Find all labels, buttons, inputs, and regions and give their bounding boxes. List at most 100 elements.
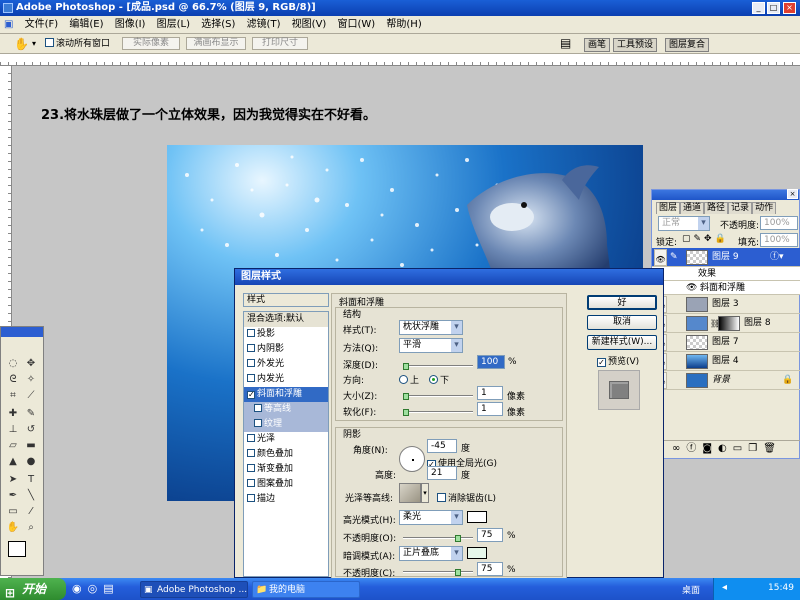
line-tool-icon[interactable]: ╲ [23, 489, 39, 503]
marquee-tool-icon[interactable]: ◌ [5, 357, 21, 371]
menu-filter[interactable]: 滤镜(T) [243, 16, 285, 33]
checkbox-icon[interactable] [247, 464, 255, 472]
shadow-mode-select[interactable]: 正片叠底 [399, 546, 463, 561]
hand-tool-icon[interactable]: ✋ [5, 521, 21, 535]
taskbar-photoshop[interactable]: ▣ Adobe Photoshop ... [140, 581, 248, 598]
layer-row-background[interactable]: 👁 背景 🔒 [652, 371, 800, 390]
tab-layers[interactable]: 图层 [656, 202, 681, 214]
slider-knob[interactable] [455, 569, 461, 576]
dodge-tool-icon[interactable]: ● [23, 455, 39, 469]
layer-row-4[interactable]: 👁 图层 4 [652, 352, 800, 371]
magic-wand-tool-icon[interactable]: ✧ [23, 373, 39, 387]
maximize-icon[interactable]: □ [767, 2, 780, 14]
shadow-opacity-slider[interactable] [403, 569, 473, 576]
eye-icon[interactable]: 👁 [654, 249, 667, 266]
menu-select[interactable]: 选择(S) [197, 16, 239, 33]
panel-close-icon[interactable]: × [787, 189, 798, 199]
slider-knob[interactable] [403, 409, 409, 416]
depth-slider[interactable] [403, 363, 473, 370]
bevel-style-select[interactable]: 枕状浮雕 [399, 320, 463, 335]
slider-knob[interactable] [403, 393, 409, 400]
checkbox-checked-icon[interactable]: ✓ [597, 358, 606, 367]
opacity-input[interactable]: 100% [760, 216, 798, 230]
healing-brush-tool-icon[interactable]: ✚ [5, 407, 21, 421]
fit-screen-button[interactable]: 满画布显示 [186, 37, 246, 50]
chevron-down-icon[interactable]: ▾ [421, 483, 429, 503]
checkbox-icon[interactable] [247, 344, 255, 352]
slider-knob[interactable] [403, 363, 409, 370]
effects-icon[interactable]: ⓕ▾ [770, 248, 784, 267]
checkbox-icon[interactable] [437, 493, 446, 502]
trash-icon[interactable]: 🗑 [763, 443, 782, 454]
altitude-input[interactable]: 21 [427, 466, 457, 480]
style-drop-shadow[interactable]: 投影 [244, 327, 328, 342]
lasso-tool-icon[interactable]: ᘓ [5, 373, 21, 387]
new-group-icon[interactable]: ▭ [733, 443, 748, 454]
checkbox-icon[interactable] [254, 404, 262, 412]
pen-tool-icon[interactable]: ✒ [5, 489, 21, 503]
add-mask-icon[interactable]: ◙ [702, 443, 718, 454]
style-pattern-overlay[interactable]: 图案叠加 [244, 477, 328, 492]
ok-button[interactable]: 好 [587, 295, 657, 310]
fill-input[interactable]: 100% [760, 233, 798, 247]
menu-file[interactable]: 文件(F) [21, 16, 63, 33]
quick-launch-icons[interactable]: ◉◎▤ [72, 582, 120, 595]
style-outer-glow[interactable]: 外发光 [244, 357, 328, 372]
style-gradient-overlay[interactable]: 渐变叠加 [244, 462, 328, 477]
menu-window[interactable]: 窗口(W) [334, 16, 380, 33]
link-icon[interactable]: ∞ [672, 443, 686, 454]
lock-icons[interactable]: ▢✎✥🔒 [682, 234, 729, 244]
effects-header-row[interactable]: 效果 [652, 267, 800, 281]
highlight-opacity-slider[interactable] [403, 535, 473, 542]
menu-layer[interactable]: 图层(L) [153, 16, 194, 33]
path-selection-tool-icon[interactable]: ➤ [5, 473, 21, 487]
taskbar-my-computer[interactable]: 📁 我的电脑 [252, 581, 360, 598]
cancel-button[interactable]: 取消 [587, 315, 657, 330]
blending-options-item[interactable]: 混合选项:默认 [244, 312, 328, 327]
brush-tool-icon[interactable]: ✎ [23, 407, 39, 421]
desktop-toolbar-label[interactable]: 桌面 [682, 583, 700, 596]
blend-mode-select[interactable]: 正常 [658, 216, 710, 231]
palette-well-icon[interactable]: ▤ [560, 36, 571, 50]
style-texture[interactable]: 纹理 [244, 417, 328, 432]
style-satin[interactable]: 光泽 [244, 432, 328, 447]
checkbox-icon[interactable] [247, 479, 255, 487]
eyedropper-tool-icon[interactable]: ⁄ [23, 505, 39, 519]
layer-row-8[interactable]: 👁 ⛓ 图层 8 [652, 314, 800, 333]
checkbox-icon[interactable] [254, 419, 262, 427]
history-brush-tool-icon[interactable]: ↺ [23, 423, 39, 437]
type-tool-icon[interactable]: T [23, 473, 39, 487]
soften-slider[interactable] [403, 409, 473, 416]
crop-tool-icon[interactable]: ⌗ [5, 389, 21, 403]
blur-tool-icon[interactable]: ▲ [5, 455, 21, 469]
effect-bevel-row[interactable]: 👁 斜面和浮雕 [652, 281, 800, 295]
tab-paths[interactable]: 路径 [704, 202, 729, 214]
direction-up-radio[interactable]: 上 [399, 373, 419, 386]
gradient-tool-icon[interactable]: ▬ [23, 439, 39, 453]
angle-input[interactable]: -45 [427, 439, 457, 453]
menu-edit[interactable]: 编辑(E) [65, 16, 107, 33]
chevron-down-icon[interactable]: ▾ [32, 39, 36, 48]
technique-select[interactable]: 平滑 [399, 338, 463, 353]
layer-row-3[interactable]: 👁 图层 3 [652, 295, 800, 314]
scroll-all-windows-checkbox[interactable]: 滚动所有窗口 [45, 38, 110, 50]
highlight-color-swatch[interactable] [467, 511, 487, 523]
angle-dial[interactable] [399, 446, 425, 472]
new-adjustment-icon[interactable]: ◐ [718, 443, 733, 454]
eraser-tool-icon[interactable]: ▱ [5, 439, 21, 453]
foreground-color-swatch[interactable] [8, 541, 26, 557]
highlight-mode-select[interactable]: 柔光 [399, 510, 463, 525]
checkbox-checked-icon[interactable]: ✓ [247, 391, 255, 399]
gloss-contour-swatch[interactable] [399, 483, 421, 503]
tab-history[interactable]: 记录 [728, 202, 753, 214]
checkbox-icon[interactable] [247, 329, 255, 337]
radio-selected-icon[interactable] [429, 375, 438, 384]
depth-input[interactable]: 100 [477, 355, 505, 369]
dock-tab-tool-presets[interactable]: 工具预设 [613, 38, 658, 52]
add-style-icon[interactable]: ⓕ [686, 443, 702, 454]
move-tool-icon[interactable]: ✥ [23, 357, 39, 371]
size-input[interactable]: 1 [477, 386, 503, 400]
anti-alias-checkbox[interactable]: 消除锯齿(L) [437, 491, 496, 504]
tab-actions[interactable]: 动作 [752, 202, 777, 214]
menu-view[interactable]: 视图(V) [288, 16, 331, 33]
